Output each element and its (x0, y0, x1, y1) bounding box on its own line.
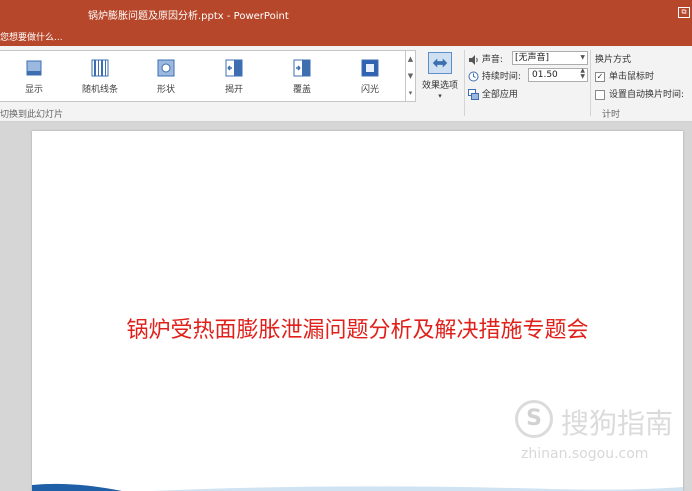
transition-appear-label: 显示 (24, 85, 43, 95)
transition-group-label: 切换到此幻灯片 (0, 110, 64, 120)
slide-wave-decoration (32, 483, 683, 491)
watermark-url: zhinan.sogou.com (521, 446, 649, 462)
slide-title[interactable]: 锅炉受热面膨胀泄漏问题分析及解决措施专题会 (32, 312, 683, 344)
transition-random-bars[interactable]: 随机线条 (70, 51, 130, 101)
duration-input[interactable]: 01.50 ▲ ▼ (528, 68, 588, 82)
transition-cover[interactable]: 覆盖 (272, 51, 332, 101)
chevron-down-icon: ▼ (580, 54, 585, 61)
timing-group-label: 计时 (602, 110, 621, 120)
transition-uncover[interactable]: 揭开 (204, 51, 264, 101)
effect-options-label: 效果选项 (421, 81, 458, 91)
sound-select-value: [无声音] (515, 53, 550, 63)
transitions-ribbon: 显示 随机线条 形状 揭开 覆盖 闪光 ▲ ▼ ▾ 效果选项 ▾ 声音: [无声… (0, 46, 692, 122)
gallery-scroll-down-icon[interactable]: ▼ (406, 68, 415, 85)
clock-icon (468, 71, 479, 82)
on-mouse-click-checkbox[interactable]: ✓ 单击鼠标时 (595, 69, 654, 83)
gallery-scrollbar: ▲ ▼ ▾ (406, 50, 416, 102)
watermark-text: 搜狗指南 (561, 407, 674, 440)
duration-label-row: 持续时间: (468, 69, 521, 83)
sound-label: 声音: (481, 55, 503, 65)
cover-icon (293, 59, 311, 77)
ribbon-separator (590, 50, 591, 116)
apply-to-all-button[interactable]: 全部应用 (468, 87, 518, 101)
sogou-watermark: S 搜狗指南 zhinan.sogou.com (515, 398, 675, 468)
tell-me-search[interactable]: 您想要做什么... (0, 30, 63, 43)
effect-options-icon (428, 52, 452, 74)
transition-flash[interactable]: 闪光 (340, 51, 400, 101)
transition-cover-label: 覆盖 (292, 85, 311, 95)
apply-all-icon (468, 89, 479, 100)
after-time-label: 设置自动换片时间: (609, 90, 685, 100)
chevron-down-icon: ▾ (438, 92, 442, 100)
checkbox-unchecked-icon (595, 89, 605, 100)
sogou-logo-icon: S (515, 400, 553, 438)
on-mouse-click-label: 单击鼠标时 (609, 72, 655, 82)
checkbox-checked-icon: ✓ (595, 71, 605, 82)
title-bar: 锅炉膨胀问题及原因分析.pptx - PowerPoint ⧉ (0, 0, 692, 28)
transition-shape[interactable]: 形状 (136, 51, 196, 101)
duration-value: 01.50 (532, 70, 558, 80)
transition-flash-label: 闪光 (360, 85, 379, 95)
transition-shape-label: 形状 (156, 85, 175, 95)
effect-options-button[interactable]: 效果选项 ▾ (418, 50, 462, 106)
sound-label-row: 声音: (468, 52, 503, 66)
ribbon-separator (464, 50, 465, 116)
window-title: 锅炉膨胀问题及原因分析.pptx - PowerPoint (88, 11, 289, 22)
flash-icon (361, 59, 379, 77)
appear-icon (26, 60, 42, 76)
advance-slide-title: 换片方式 (595, 55, 632, 65)
apply-to-all-label: 全部应用 (481, 90, 518, 100)
spinner-icon[interactable]: ▲ ▼ (580, 68, 585, 80)
shape-icon (157, 59, 175, 77)
uncover-icon (225, 59, 243, 77)
transition-random-bars-label: 随机线条 (81, 85, 118, 95)
sound-select[interactable]: [无声音] ▼ (512, 51, 588, 65)
gallery-scroll-up-icon[interactable]: ▲ (406, 51, 415, 68)
transitions-gallery: 显示 随机线条 形状 揭开 覆盖 闪光 (0, 50, 406, 102)
gallery-more-icon[interactable]: ▾ (406, 85, 415, 102)
tell-me-bar: 您想要做什么... (0, 28, 692, 46)
after-time-checkbox[interactable]: 设置自动换片时间: (595, 87, 684, 101)
ribbon-display-options-icon[interactable]: ⧉ (678, 7, 690, 18)
speaker-icon (469, 54, 478, 65)
transition-uncover-label: 揭开 (224, 85, 243, 95)
transition-appear[interactable]: 显示 (4, 51, 64, 101)
random-bars-icon (91, 59, 109, 77)
duration-label: 持续时间: (481, 72, 521, 82)
